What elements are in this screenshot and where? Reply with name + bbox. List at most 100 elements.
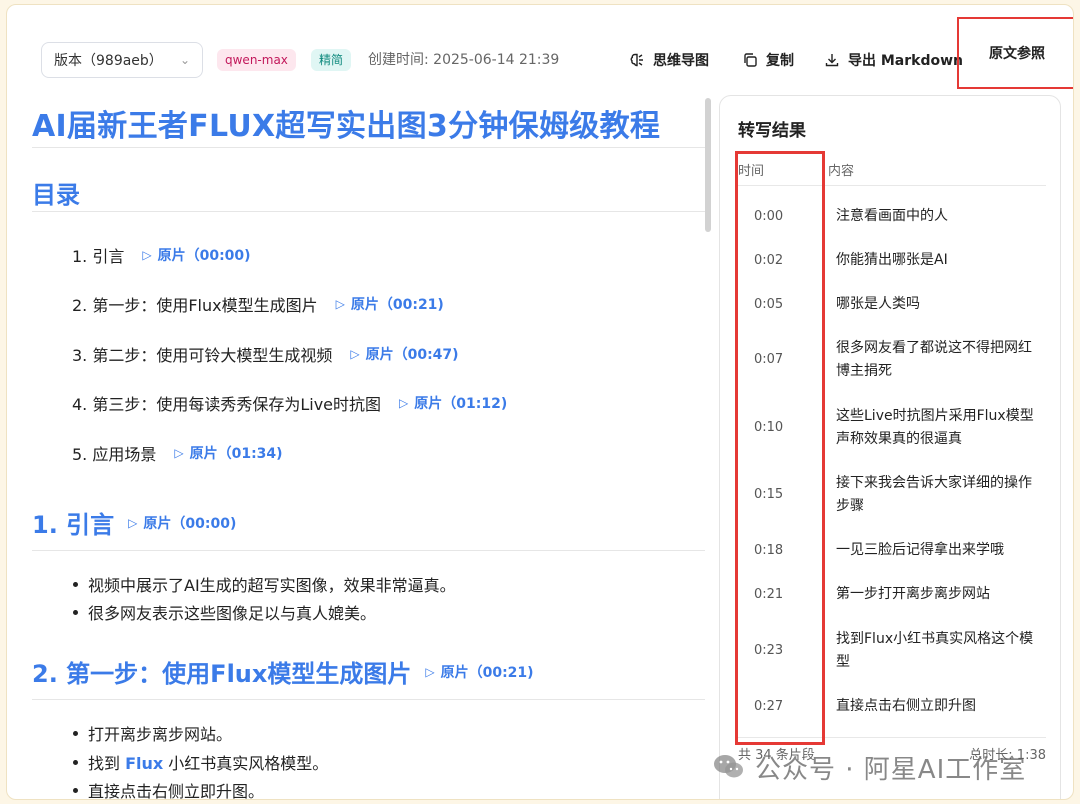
toc-item: 3. 第二步：使用可铃大模型生成视频 ▷ 原片（00:47) xyxy=(72,342,459,366)
row-text: 找到Flux小红书真实风格这个模型 xyxy=(836,631,1034,670)
row-time: 0:05 xyxy=(754,297,784,312)
row-time: 0:10 xyxy=(754,420,784,435)
source-clip-link[interactable]: ▷ 原片（00:47) xyxy=(350,344,458,364)
row-text: 哪张是人类吗 xyxy=(836,296,920,312)
row-text: 这些Live时抗图片采用Flux模型声称效果真的很逼真 xyxy=(836,408,1034,447)
copy-icon xyxy=(744,53,757,67)
row-time: 0:27 xyxy=(754,699,784,714)
source-clip-link[interactable]: ▷ 原片（01:12) xyxy=(399,393,507,413)
row-text: 直接点击右侧立即升图 xyxy=(836,698,976,714)
row-time: 0:02 xyxy=(754,253,784,268)
play-icon: ▷ xyxy=(128,515,138,530)
source-clip-link[interactable]: ▷ 原片（00:00) xyxy=(142,245,250,265)
row-text: 很多网友看了都说这不得把网红博主捐死 xyxy=(836,340,1032,379)
source-label: 原文参照 xyxy=(989,46,1045,62)
column-header-content: 内容 xyxy=(828,164,855,179)
source-clip-label: 原片（01:34) xyxy=(189,446,283,462)
list-item: 直接点击右侧立即升图。 xyxy=(73,778,265,800)
list-item: 很多网友表示这些图像足以与真人媲美。 xyxy=(73,600,376,624)
toc-item: 5. 应用场景 ▷ 原片（01:34) xyxy=(72,441,283,465)
bullet-dot xyxy=(73,730,78,736)
list-item-text: 直接点击右侧立即升图。 xyxy=(88,782,265,800)
chevron-down-icon: ⌄ xyxy=(179,53,190,67)
toc-item: 2. 第一步：使用Flux模型生成图片 ▷ 原片（00:21) xyxy=(72,292,444,316)
play-icon: ▷ xyxy=(399,396,409,410)
toc-item: 4. 第三步：使用每读秀秀保存为Live时抗图 ▷ 原片（01:12) xyxy=(72,391,507,415)
column-header-time: 时间 xyxy=(738,164,765,179)
source-clip-link[interactable]: ▷ 原片（01:34) xyxy=(174,443,282,463)
source-clip-label: 原片（00:00) xyxy=(157,248,251,264)
divider xyxy=(32,211,705,212)
row-time: 0:21 xyxy=(754,587,784,602)
app-window: 版本（989aeb） ⌄ qwen-max 精简 创建时间: 2025-06-1… xyxy=(6,4,1074,800)
transcript-panel: 转写结果 时间 内容 0:00 注意看画面中的人 0:02 你能猜出哪张是AI … xyxy=(719,95,1061,799)
export-label: 导出 Markdown xyxy=(848,53,964,69)
list-item: 打开离步离步网站。 xyxy=(73,721,232,745)
toc-heading-text: 目录 xyxy=(32,181,80,209)
toc-item-label: 2. 第一步：使用Flux模型生成图片 xyxy=(72,296,318,315)
source-clip-label: 原片（00:00) xyxy=(143,515,237,532)
brain-icon xyxy=(630,53,643,67)
list-item: 找到 Flux 小红书真实风格模型。 xyxy=(73,750,328,774)
version-select[interactable]: 版本（989aeb） ⌄ xyxy=(41,42,203,78)
row-text: 你能猜出哪张是AI xyxy=(836,252,948,268)
row-text: 接下来我会告诉大家详细的操作步骤 xyxy=(836,475,1032,514)
model-tag: qwen-max xyxy=(217,49,296,71)
source-clip-link[interactable]: ▷ 原片（00:21) xyxy=(336,294,444,314)
wechat-icon xyxy=(714,755,743,778)
toc-item-label: 3. 第二步：使用可铃大模型生成视频 xyxy=(72,346,333,365)
mindmap-label: 思维导图 xyxy=(653,53,709,69)
source-clip-link[interactable]: ▷ 原片（00:00) xyxy=(128,513,236,533)
article: AI届新王者FLUX超写实出图3分钟保姆级教程 目录 1. 引言 ▷ 原片（00:… xyxy=(25,91,705,800)
toc-item-label: 4. 第三步：使用每读秀秀保存为Live时抗图 xyxy=(72,395,382,414)
divider xyxy=(32,699,705,700)
row-time: 0:07 xyxy=(754,352,784,367)
divider xyxy=(32,147,705,148)
divider xyxy=(32,550,705,551)
row-time: 0:15 xyxy=(754,487,784,502)
source-clip-label: 原片（00:47) xyxy=(365,347,459,363)
toc-item-label: 5. 应用场景 xyxy=(72,445,157,464)
list-item-text: 视频中展示了AI生成的超写实图像，效果非常逼真。 xyxy=(88,576,456,595)
article-scrollbar[interactable] xyxy=(705,98,711,232)
bullet-dot xyxy=(73,787,78,793)
article-title: AI届新王者FLUX超写实出图3分钟保姆级教程 xyxy=(32,109,661,144)
download-icon xyxy=(825,54,839,67)
toc-item-label: 1. 引言 xyxy=(72,247,125,266)
toc-item: 1. 引言 ▷ 原片（00:00) xyxy=(72,243,251,267)
row-time: 0:18 xyxy=(754,543,784,558)
list-item-text: 很多网友表示这些图像足以与真人媲美。 xyxy=(88,604,377,623)
bullet-dot xyxy=(73,609,78,615)
divider xyxy=(738,737,1046,738)
panel-title: 转写结果 xyxy=(738,121,806,141)
copy-button[interactable]: 复制 xyxy=(742,47,794,73)
export-markdown-button[interactable]: 导出 Markdown xyxy=(824,47,963,73)
play-icon: ▷ xyxy=(335,297,345,311)
source-reference-button[interactable]: 原文参照 xyxy=(957,17,1073,89)
bullet-dot xyxy=(73,581,78,587)
toc-heading: 目录 xyxy=(32,175,80,210)
row-time: 0:23 xyxy=(754,643,784,658)
section-heading: 2. 第一步：使用Flux模型生成图片 ▷ 原片（00:21) xyxy=(32,654,534,689)
source-clip-link[interactable]: ▷ 原片（00:21) xyxy=(425,662,533,682)
text-suffix: 小红书真实风格模型。 xyxy=(163,754,329,773)
row-text: 第一步打开离步离步网站 xyxy=(836,586,990,602)
list-item: 视频中展示了AI生成的超写实图像，效果非常逼真。 xyxy=(73,572,456,596)
play-icon: ▷ xyxy=(174,446,184,460)
source-clip-label: 原片（00:21) xyxy=(350,297,444,313)
created-time: 创建时间: 2025-06-14 21:39 xyxy=(368,52,560,68)
play-icon: ▷ xyxy=(425,664,435,679)
row-text: 注意看画面中的人 xyxy=(836,208,948,224)
section-heading-text: 2. 第一步：使用Flux模型生成图片 xyxy=(32,660,412,688)
source-clip-label: 原片（00:21) xyxy=(440,664,534,681)
flux-link[interactable]: Flux xyxy=(125,754,163,773)
copy-label: 复制 xyxy=(766,53,794,69)
section-heading: 1. 引言 ▷ 原片（00:00) xyxy=(32,505,236,540)
play-icon: ▷ xyxy=(350,347,360,361)
text-prefix: 找到 xyxy=(88,754,126,773)
section-heading-text: 1. 引言 xyxy=(32,511,115,539)
version-label: 版本（989aeb） xyxy=(54,53,163,69)
mindmap-button[interactable]: 思维导图 xyxy=(629,47,709,73)
list-item-text: 找到 Flux 小红书真实风格模型。 xyxy=(88,750,328,774)
row-time: 0:00 xyxy=(754,209,784,224)
